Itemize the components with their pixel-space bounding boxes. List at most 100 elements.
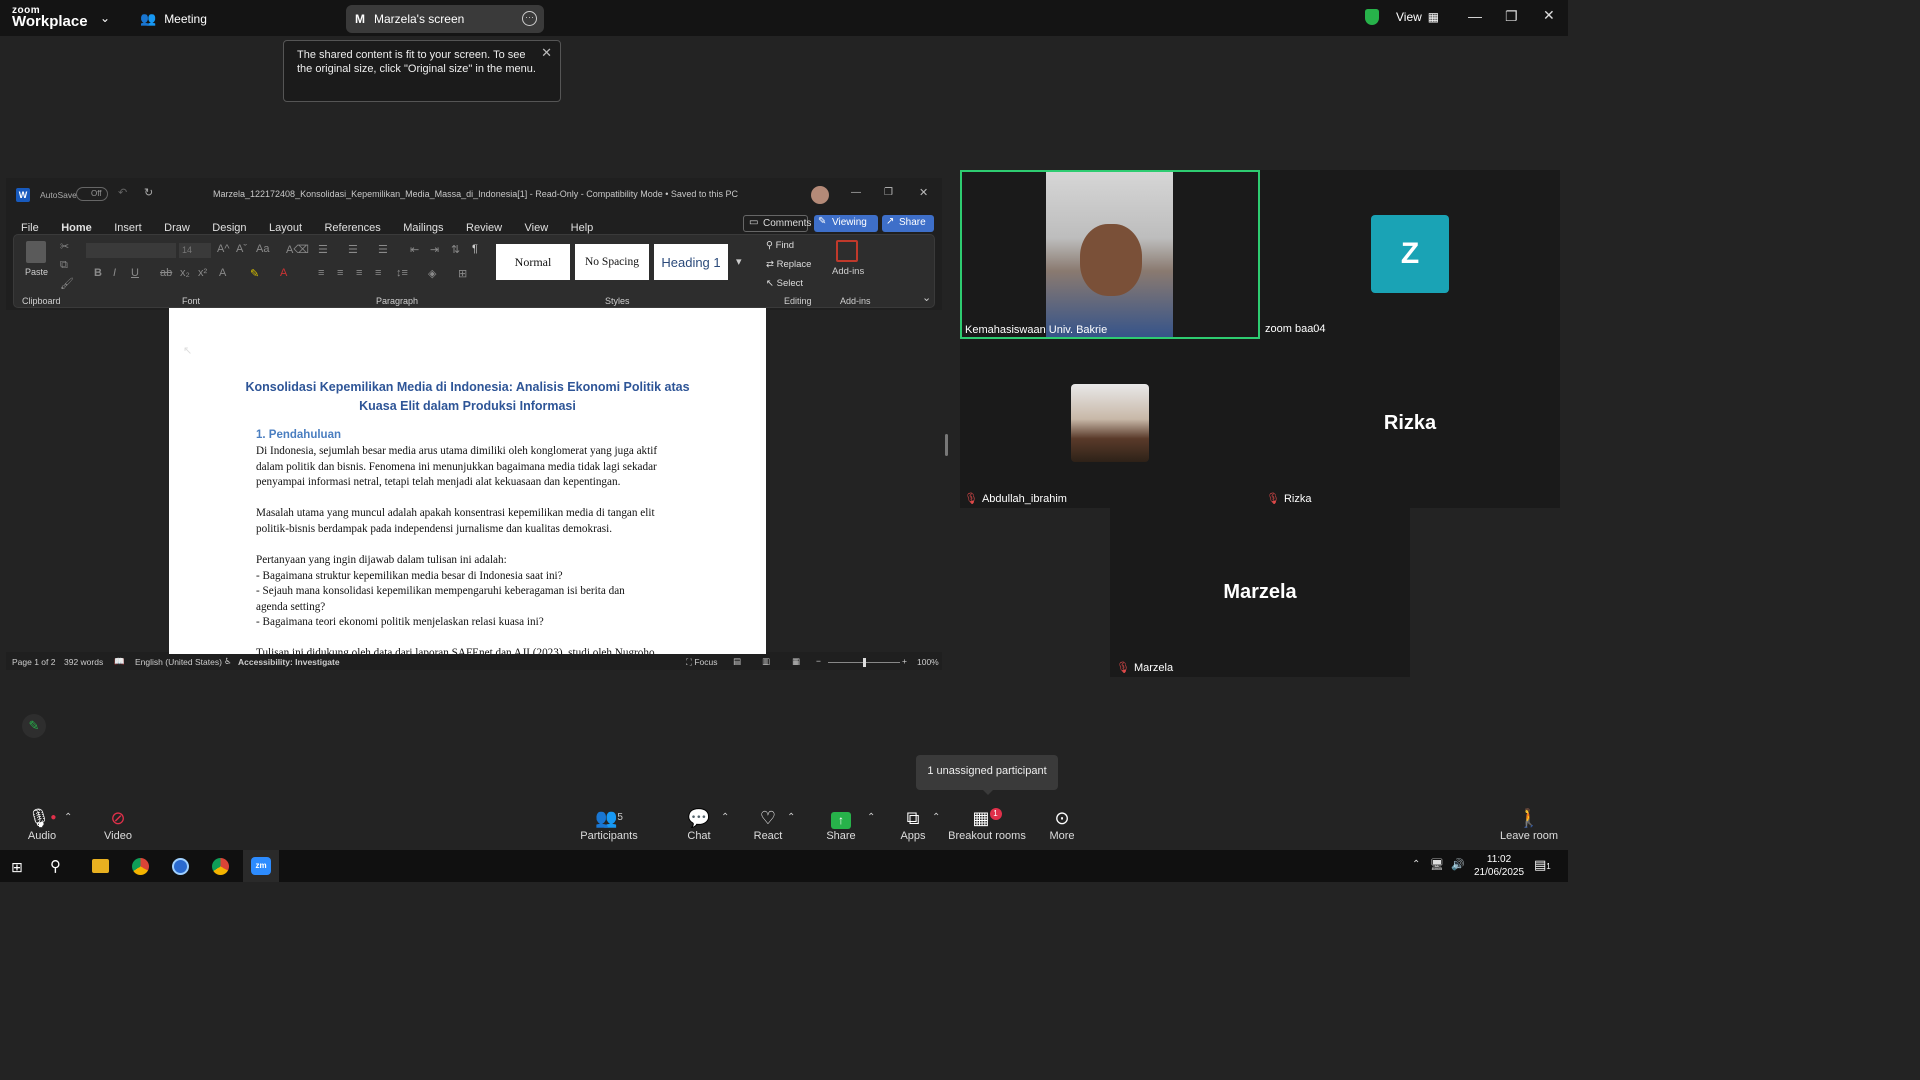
paste-icon[interactable] (26, 241, 46, 263)
subscript-icon[interactable]: x₂ (180, 267, 190, 279)
shading-icon[interactable]: ◈ (428, 267, 436, 280)
redo-icon[interactable]: ↻ (144, 186, 153, 199)
tooltip-close-icon[interactable]: ✕ (541, 46, 552, 60)
participants-button[interactable]: 👥5 Participants (574, 808, 644, 842)
share-screen-tab[interactable]: M Marzela's screen ··· (346, 5, 544, 33)
menu-file[interactable]: File (21, 222, 39, 234)
chrome-profile-icon[interactable] (212, 858, 229, 875)
text-effects-icon[interactable]: A (219, 267, 226, 279)
select-button[interactable]: ↖ Select (766, 278, 803, 289)
audio-options-chevron-icon[interactable]: ⌃ (64, 812, 72, 823)
replace-button[interactable]: ⇄ Replace (766, 259, 811, 270)
numbering-icon[interactable]: ☰ (348, 243, 358, 256)
style-heading-1[interactable]: Heading 1 (654, 244, 728, 280)
style-normal[interactable]: Normal (496, 244, 570, 280)
menu-view[interactable]: View (525, 222, 549, 234)
menu-help[interactable]: Help (571, 222, 594, 234)
multilevel-list-icon[interactable]: ☰ (378, 243, 388, 256)
notification-icon[interactable]: ▤1 (1534, 857, 1551, 873)
file-explorer-icon[interactable] (92, 859, 109, 873)
increase-indent-icon[interactable]: ⇥ (430, 243, 439, 256)
zoom-level[interactable]: 100% (917, 657, 939, 667)
word-restore-icon[interactable]: ❐ (884, 187, 893, 198)
react-options-chevron-icon[interactable]: ⌃ (787, 812, 795, 823)
styles-expand-icon[interactable]: ▾ (736, 255, 742, 268)
share-options-chevron-icon[interactable]: ⌃ (867, 812, 875, 823)
font-size-select[interactable]: 14 (179, 243, 211, 258)
video-tile-marzela[interactable]: Marzela 🎙 Marzela (1110, 508, 1410, 677)
superscript-icon[interactable]: x² (198, 267, 207, 279)
network-icon[interactable]: 🖥 (1430, 858, 1444, 871)
user-avatar[interactable] (811, 186, 829, 204)
bold-icon[interactable]: B (94, 267, 102, 279)
collapse-ribbon-icon[interactable]: ⌄ (922, 291, 931, 304)
chrome-icon[interactable] (132, 858, 149, 875)
minimize-icon[interactable]: — (1468, 8, 1482, 24)
decrease-indent-icon[interactable]: ⇤ (410, 243, 419, 256)
menu-layout[interactable]: Layout (269, 222, 302, 234)
chat-options-chevron-icon[interactable]: ⌃ (721, 812, 729, 823)
proofing-icon[interactable]: 📖 (114, 656, 125, 667)
sort-icon[interactable]: ⇅ (451, 243, 460, 256)
menu-review[interactable]: Review (466, 222, 502, 234)
align-right-icon[interactable]: ≡ (356, 267, 362, 279)
brand-chevron-icon[interactable]: ⌄ (100, 11, 110, 25)
close-icon[interactable]: ✕ (1543, 7, 1555, 24)
menu-design[interactable]: Design (212, 222, 246, 234)
italic-icon[interactable]: I (113, 267, 116, 279)
menu-insert[interactable]: Insert (114, 222, 142, 234)
zoom-taskbar-active[interactable]: zm (243, 850, 279, 882)
align-center-icon[interactable]: ≡ (337, 267, 343, 279)
word-close-icon[interactable]: ✕ (919, 186, 928, 199)
video-tile-abdullah[interactable]: 🎙 Abdullah_ibrahim (960, 339, 1260, 508)
windows-start-icon[interactable]: ⊞ (11, 859, 23, 876)
language-indicator[interactable]: English (United States) (135, 657, 222, 667)
print-layout-icon[interactable]: ▥ (762, 656, 770, 667)
word-share-button[interactable]: ↗ Share (882, 215, 934, 232)
align-left-icon[interactable]: ≡ (318, 267, 324, 279)
addins-icon[interactable] (836, 240, 858, 262)
zoom-in-icon[interactable]: + (902, 656, 907, 666)
autosave-toggle[interactable]: Off (76, 187, 108, 201)
word-minimize-icon[interactable]: — (851, 187, 861, 198)
style-no-spacing[interactable]: No Spacing (575, 244, 649, 280)
annotate-pencil-icon[interactable]: ✎ (22, 714, 46, 738)
bullets-icon[interactable]: ☰ (318, 243, 328, 256)
zoom-slider[interactable] (828, 658, 900, 667)
grow-font-icon[interactable]: A^ (217, 243, 230, 255)
borders-icon[interactable]: ⊞ (458, 267, 467, 280)
leave-room-button[interactable]: 🚶 Leave room (1494, 808, 1564, 842)
clock[interactable]: 11:02 21/06/2025 (1474, 853, 1524, 879)
volume-icon[interactable]: 🔊 (1451, 858, 1465, 871)
menu-mailings[interactable]: Mailings (403, 222, 443, 234)
video-button[interactable]: ⊘ Video (83, 808, 153, 842)
menu-references[interactable]: References (324, 222, 380, 234)
focus-button[interactable]: ⛶ Focus (686, 657, 717, 668)
find-button[interactable]: ⚲ Find (766, 240, 794, 251)
panel-resize-handle[interactable] (945, 434, 948, 456)
change-case-icon[interactable]: Aa (256, 243, 269, 255)
undo-icon[interactable]: ↶ (118, 186, 127, 199)
shield-check-icon[interactable] (1365, 9, 1379, 25)
comments-button[interactable]: ▭ Comments (743, 215, 811, 232)
video-tile-kemahasiswaan[interactable]: Kemahasiswaan Univ. Bakrie (960, 170, 1260, 339)
underline-icon[interactable]: U (131, 267, 139, 279)
accessibility-status[interactable]: Accessibility: Investigate (238, 657, 340, 667)
font-name-select[interactable] (86, 243, 176, 258)
clear-formatting-icon[interactable]: A⌫ (286, 243, 309, 256)
zoom-slider-thumb[interactable] (863, 658, 866, 667)
highlight-icon[interactable]: ✎ (250, 267, 259, 280)
search-icon[interactable]: ⚲ (50, 857, 61, 875)
more-options-icon[interactable]: ··· (522, 11, 537, 26)
cut-icon[interactable]: ✂ (60, 240, 69, 253)
viewing-button[interactable]: ✎ Viewing (814, 215, 878, 232)
justify-icon[interactable]: ≡ (375, 267, 381, 279)
tray-overflow-icon[interactable]: ⌃ (1412, 859, 1420, 870)
more-button[interactable]: ⊙ More (1027, 808, 1097, 842)
share-screen-button[interactable]: ↑ Share (806, 808, 876, 842)
breakout-rooms-button[interactable]: ▦ 1 Breakout rooms (947, 808, 1027, 842)
font-color-icon[interactable]: A (280, 267, 287, 279)
read-mode-icon[interactable]: ▤ (733, 656, 741, 667)
video-tile-zoom-baa04[interactable]: Z zoom baa04 (1260, 170, 1560, 339)
line-spacing-icon[interactable]: ↕≡ (396, 267, 408, 279)
